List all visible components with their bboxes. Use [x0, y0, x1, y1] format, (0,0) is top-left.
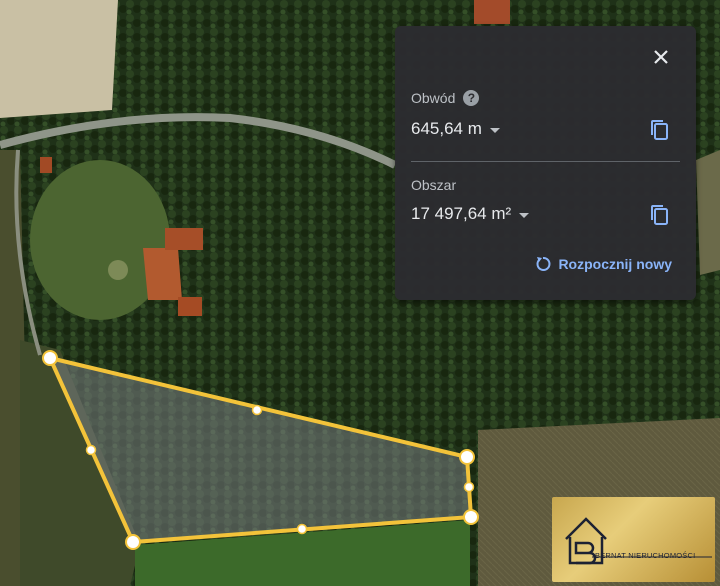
midpoint-handle[interactable]: [296, 523, 308, 535]
restart-label: Rozpocznij nowy: [558, 256, 672, 272]
perimeter-unit-dropdown[interactable]: 645,64 m: [411, 119, 500, 139]
divider: [411, 161, 680, 162]
vertex-handle[interactable]: [125, 534, 141, 550]
midpoint-handle[interactable]: [85, 444, 97, 456]
roundabout: [108, 260, 128, 280]
copy-area-button[interactable]: [648, 203, 672, 227]
area-value: 17 497,64 m²: [411, 204, 512, 223]
vertex-handle[interactable]: [459, 449, 475, 465]
vertex-handle[interactable]: [42, 350, 58, 366]
copy-icon: [651, 120, 668, 140]
perimeter-value: 645,64 m: [411, 119, 482, 138]
building-top: [474, 0, 510, 24]
house-logo-icon: [565, 517, 712, 565]
area-unit-dropdown[interactable]: 17 497,64 m²: [411, 204, 530, 224]
building-small: [40, 157, 52, 173]
close-icon: [654, 50, 668, 64]
close-button[interactable]: [648, 44, 674, 70]
field-top-left: [0, 0, 118, 118]
measurement-panel: Obwód ? 645,64 m Obszar 17 497,64 m² Roz…: [395, 26, 696, 300]
copy-perimeter-button[interactable]: [648, 118, 672, 142]
help-icon[interactable]: ?: [463, 90, 480, 106]
area-label: Obszar: [411, 177, 457, 193]
perimeter-label: Obwód: [411, 90, 456, 106]
midpoint-handle[interactable]: [463, 481, 475, 493]
vertex-handle[interactable]: [463, 509, 479, 525]
restart-icon: [536, 257, 551, 271]
chevron-down-icon: [519, 212, 530, 218]
perimeter-section: Obwód ?: [411, 90, 480, 106]
watermark-logo: BERNAT NIERUCHOMOŚCI: [552, 497, 715, 582]
field-right-top: [696, 150, 720, 275]
copy-icon: [651, 205, 668, 225]
restart-button[interactable]: Rozpocznij nowy: [534, 255, 672, 273]
midpoint-handle[interactable]: [251, 404, 263, 416]
area-section: Obszar: [411, 177, 456, 193]
chevron-down-icon: [489, 127, 500, 133]
logo-text: BERNAT NIERUCHOMOŚCI: [595, 551, 696, 560]
